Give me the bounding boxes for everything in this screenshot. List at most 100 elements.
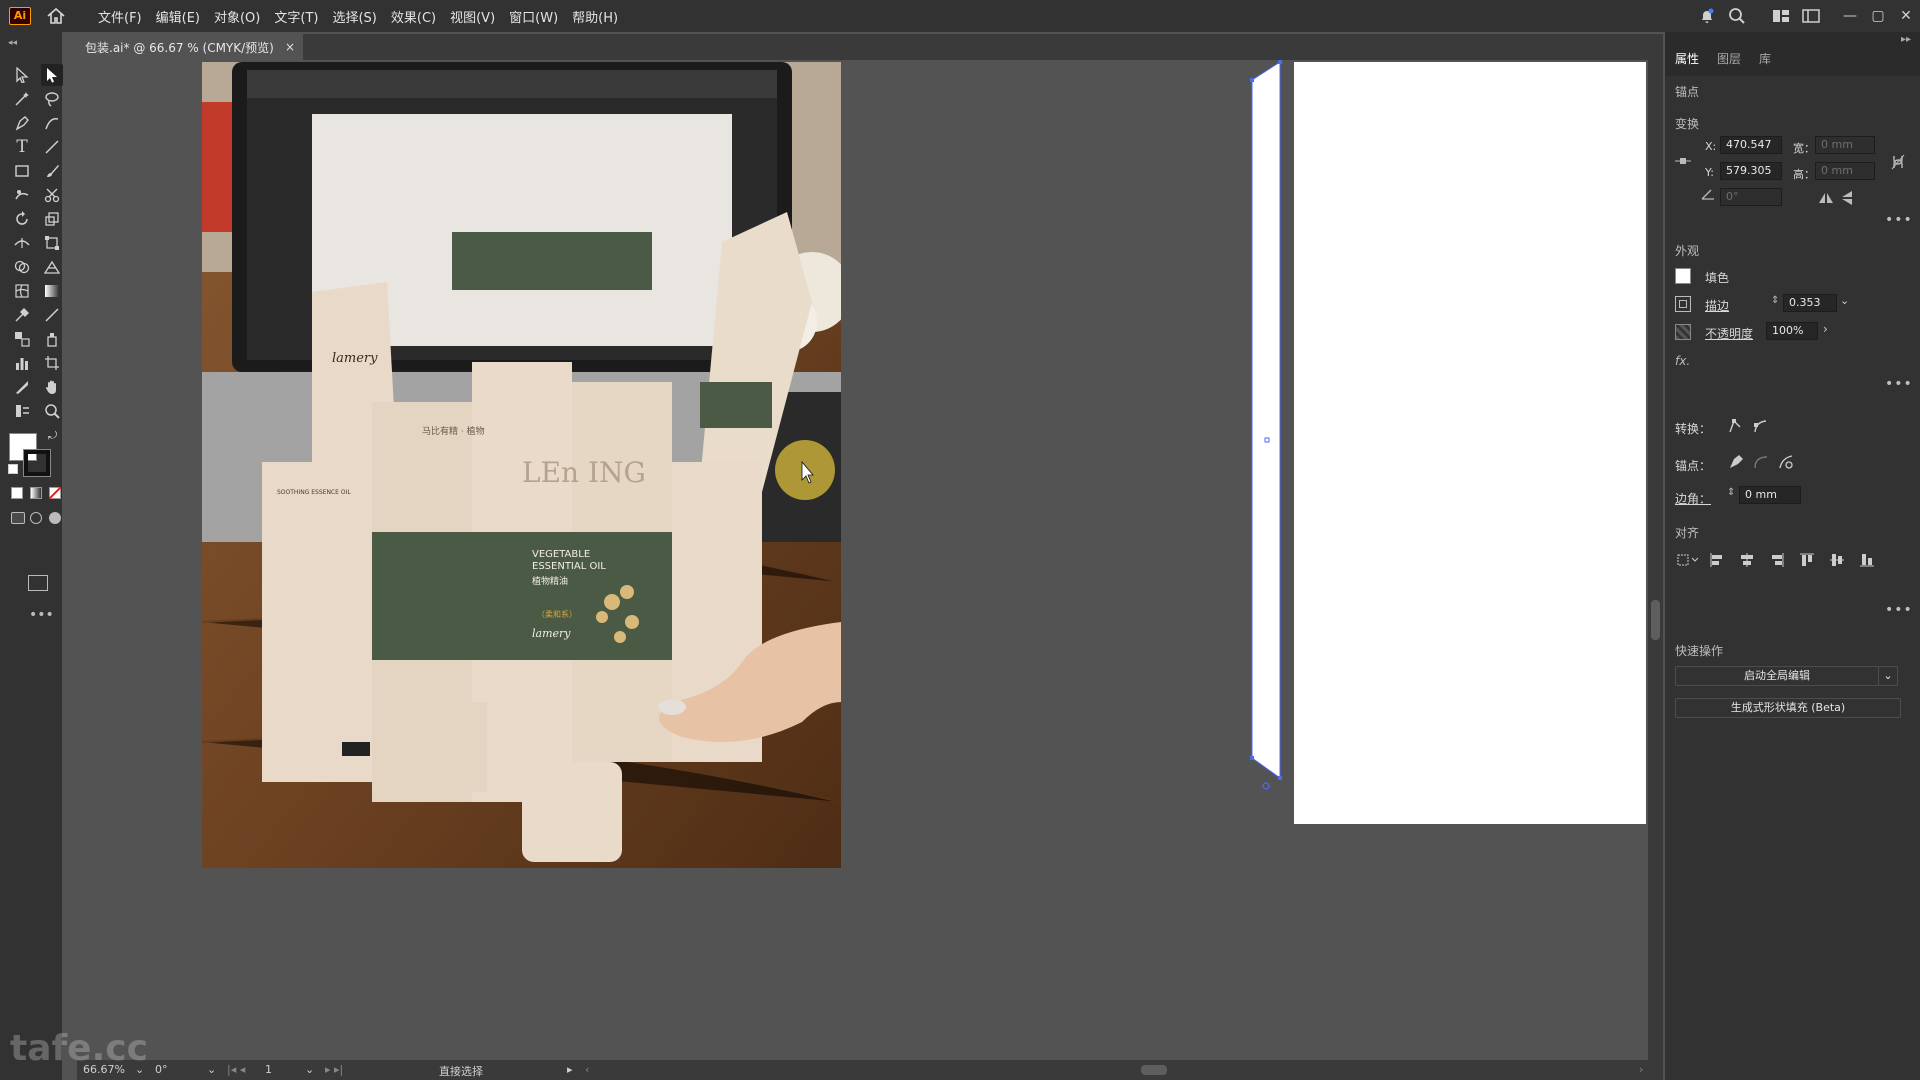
menu-help[interactable]: 帮助(H) [565, 7, 625, 26]
align-bottom-icon[interactable] [1857, 550, 1877, 570]
arrange-documents-icon[interactable] [1766, 1, 1796, 31]
notification-bell-icon[interactable] [1692, 1, 1722, 31]
stroke-weight-input[interactable]: 0.353 [1783, 294, 1837, 312]
direct-selection-tool-icon[interactable] [41, 64, 63, 86]
draw-normal-icon[interactable] [11, 512, 25, 524]
tab-libraries[interactable]: 库 [1759, 50, 1771, 67]
width-input[interactable]: 0 mm [1815, 136, 1875, 154]
color-mode-icon[interactable] [11, 487, 23, 499]
placed-photo[interactable]: 马比有精 · 植物 LEn ING SOOTHING ESSENCE OIL V… [202, 62, 841, 868]
document-tab[interactable]: 包装.ai* @ 66.67 % (CMYK/预览) × [77, 34, 303, 60]
x-input[interactable]: 470.547 [1720, 136, 1782, 154]
vertical-scrollbar[interactable] [1648, 60, 1663, 1060]
convert-to-smooth-icon[interactable] [1752, 418, 1768, 434]
align-top-icon[interactable] [1797, 550, 1817, 570]
artboard[interactable] [1294, 62, 1646, 824]
tab-properties[interactable]: 属性 [1675, 50, 1699, 67]
screen-mode-icon[interactable] [28, 575, 48, 591]
transform-more-button[interactable]: ••• [1885, 212, 1913, 228]
panel-collapse-icon[interactable]: ▸▸ [1901, 34, 1911, 45]
cut-path-icon[interactable] [1777, 453, 1795, 471]
generative-shape-fill-button[interactable]: 生成式形状填充 (Beta) [1675, 698, 1901, 718]
canvas[interactable]: 马比有精 · 植物 LEn ING SOOTHING ESSENCE OIL V… [77, 60, 1663, 1060]
first-artboard-icon[interactable]: |◂ ◂ [227, 1063, 245, 1076]
shape-builder-tool-icon[interactable] [11, 256, 33, 278]
curvature-tool-icon[interactable] [41, 112, 63, 134]
tab-layers[interactable]: 图层 [1717, 50, 1741, 67]
perspective-grid-tool-icon[interactable] [41, 256, 63, 278]
align-right-icon[interactable] [1767, 550, 1787, 570]
paintbrush-tool-icon[interactable] [41, 160, 63, 182]
align-to-selection-icon[interactable] [1675, 550, 1701, 570]
column-graph-tool-icon[interactable] [11, 352, 33, 374]
edit-toolbar-icon[interactable]: ••• [29, 607, 54, 623]
pen-tool-icon[interactable] [11, 112, 33, 134]
selection-tool-icon[interactable] [11, 64, 33, 86]
measure-tool-icon[interactable] [41, 304, 63, 326]
zoom-tool-icon[interactable] [41, 400, 63, 422]
print-tiling-tool-icon[interactable] [11, 400, 33, 422]
default-fill-stroke-icon[interactable] [8, 464, 18, 474]
stroke-color-swatch[interactable] [1675, 296, 1691, 312]
workspace-switcher-icon[interactable] [1796, 1, 1826, 31]
stroke-label[interactable]: 描边 [1705, 297, 1729, 314]
rotate-tool-icon[interactable] [11, 208, 33, 230]
line-segment-tool-icon[interactable] [41, 136, 63, 158]
menu-view[interactable]: 视图(V) [443, 7, 502, 26]
symbol-sprayer-tool-icon[interactable] [41, 328, 63, 350]
shaper-tool-icon[interactable] [11, 184, 33, 206]
collapse-toolbar-icon[interactable]: ◂◂ [8, 38, 17, 48]
stroke-swatch[interactable] [23, 449, 51, 477]
artboard-dropdown-icon[interactable]: ⌄ [305, 1063, 314, 1076]
flip-vertical-icon[interactable] [1841, 190, 1853, 206]
search-icon[interactable] [1722, 1, 1752, 31]
home-icon[interactable] [45, 5, 67, 27]
stroke-dropdown-icon[interactable]: ⌄ [1840, 294, 1849, 307]
corner-radius-input[interactable]: 0 mm [1739, 486, 1801, 504]
close-tab-icon[interactable]: × [285, 40, 295, 54]
height-input[interactable]: 0 mm [1815, 162, 1875, 180]
constrain-proportions-icon[interactable] [1891, 154, 1905, 170]
opacity-label[interactable]: 不透明度 [1705, 325, 1753, 342]
align-left-icon[interactable] [1707, 550, 1727, 570]
draw-inside-icon[interactable] [49, 512, 61, 524]
menu-file[interactable]: 文件(F) [91, 7, 149, 26]
magic-wand-tool-icon[interactable] [11, 88, 33, 110]
fill-color-swatch[interactable] [1675, 268, 1691, 284]
menu-object[interactable]: 对象(O) [207, 7, 267, 26]
scroll-right-icon[interactable]: › [1639, 1063, 1643, 1076]
lasso-tool-icon[interactable] [41, 88, 63, 110]
scissors-tool-icon[interactable] [41, 184, 63, 206]
convert-to-corner-icon[interactable] [1727, 418, 1743, 434]
restore-button[interactable]: ▢ [1864, 8, 1892, 24]
menu-select[interactable]: 选择(S) [325, 7, 383, 26]
rectangle-tool-icon[interactable] [11, 160, 33, 182]
slice-tool-icon[interactable] [11, 376, 33, 398]
rotation-dropdown-icon[interactable]: ⌄ [207, 1063, 216, 1076]
status-menu-arrow-icon[interactable]: ▸ [567, 1063, 573, 1076]
gradient-mode-icon[interactable] [30, 487, 42, 499]
horizontal-scroll-thumb[interactable] [1141, 1065, 1167, 1075]
none-mode-icon[interactable] [49, 487, 61, 499]
mesh-tool-icon[interactable] [11, 280, 33, 302]
type-tool-icon[interactable]: T [11, 136, 33, 158]
stroke-stepper-icon[interactable]: ⇕ [1771, 295, 1779, 306]
artboard-number[interactable]: 1 [265, 1063, 272, 1076]
scale-tool-icon[interactable] [41, 208, 63, 230]
blend-tool-icon[interactable] [11, 328, 33, 350]
free-transform-tool-icon[interactable] [41, 232, 63, 254]
corner-label[interactable]: 边角： [1675, 490, 1711, 507]
flip-horizontal-icon[interactable] [1818, 192, 1834, 204]
last-artboard-icon[interactable]: ▸ ▸| [325, 1063, 343, 1076]
vertical-scroll-thumb[interactable] [1651, 600, 1660, 640]
fx-button[interactable]: fx. [1675, 354, 1690, 368]
align-horizontal-center-icon[interactable] [1737, 550, 1757, 570]
reference-point-icon[interactable] [1675, 154, 1691, 168]
opacity-arrow-icon[interactable]: › [1823, 322, 1828, 336]
swap-fill-stroke-icon[interactable]: ⤾ [48, 429, 60, 442]
artboard-tool-icon[interactable] [41, 352, 63, 374]
global-edit-dropdown-icon[interactable]: ⌄ [1878, 666, 1898, 686]
menu-effect[interactable]: 效果(C) [384, 7, 443, 26]
hand-tool-icon[interactable] [41, 376, 63, 398]
align-vertical-center-icon[interactable] [1827, 550, 1847, 570]
